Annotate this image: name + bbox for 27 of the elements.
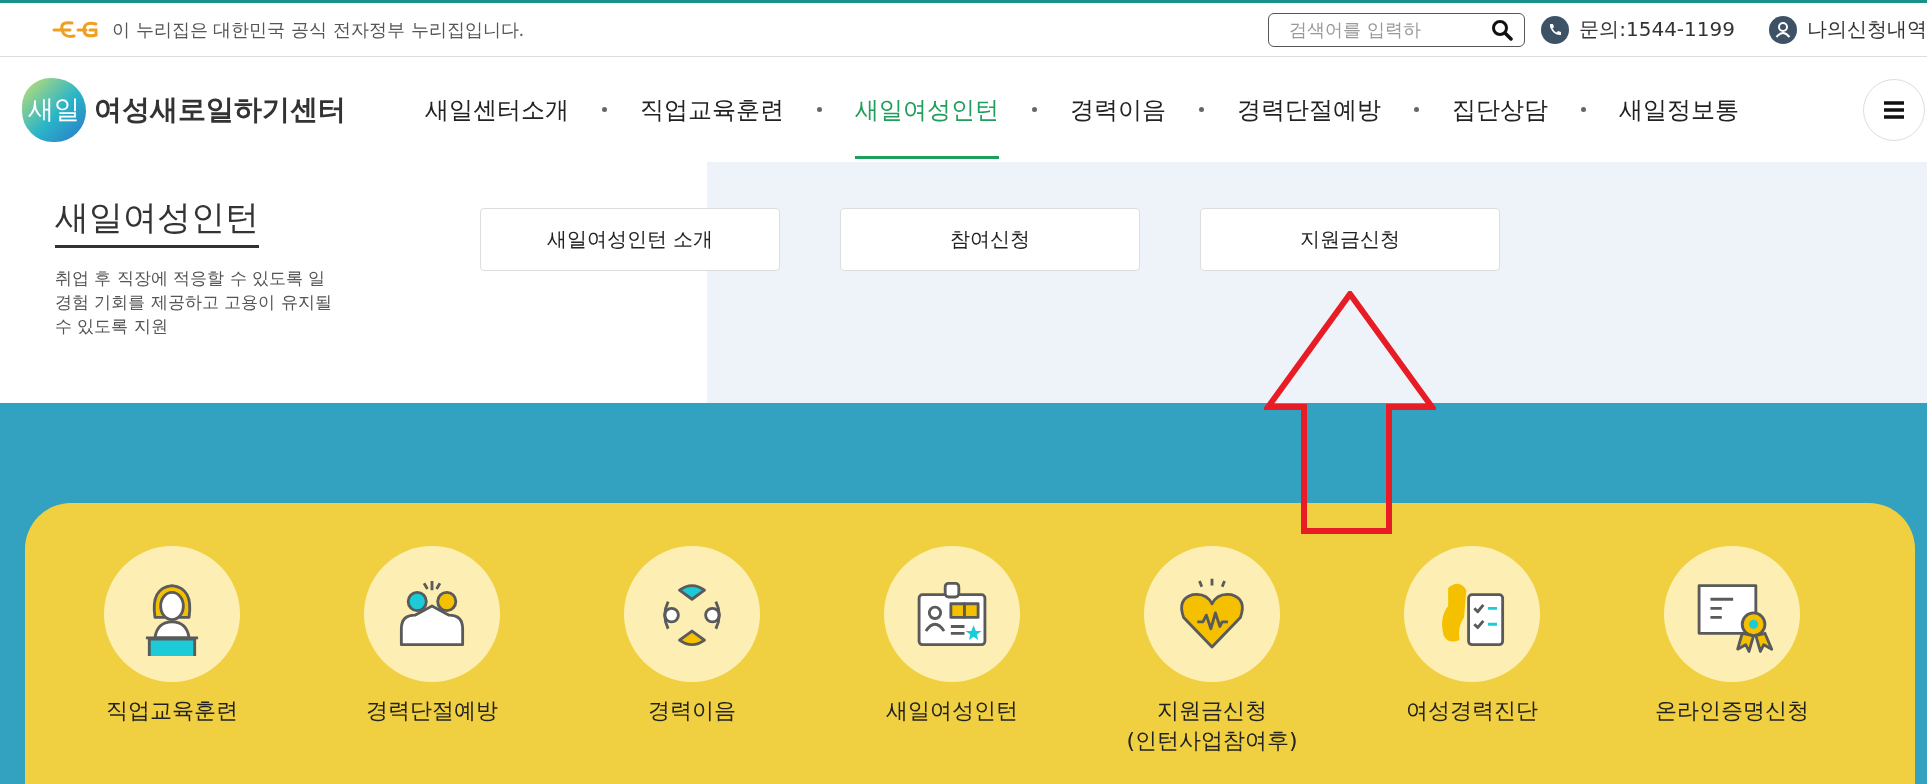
contact-number[interactable]: 문의:1544-1199 xyxy=(1579,16,1735,43)
nav-tab[interactable]: 새일센터소개 xyxy=(425,60,569,159)
quick-menu-label[interactable]: 지원금신청 (인턴사업참여후) xyxy=(1126,696,1298,756)
quick-menu-label[interactable]: 경력단절예방 xyxy=(366,696,498,726)
quick-menu-label[interactable]: 새일여성인턴 xyxy=(886,696,1018,726)
nav-tab[interactable]: 집단상담 xyxy=(1452,60,1548,159)
user-icon xyxy=(1769,15,1797,44)
quick-menu-label[interactable]: 직업교육훈련 xyxy=(106,696,238,726)
quick-menu-label[interactable]: 온라인증명신청 xyxy=(1655,696,1809,726)
nav-tab[interactable]: 경력이음 xyxy=(1070,60,1166,159)
submenu-link[interactable]: 참여신청 xyxy=(840,208,1140,271)
search-field[interactable]: 검색어를 입력하 xyxy=(1268,12,1526,47)
nav-tab[interactable]: 직업교육훈련 xyxy=(640,60,784,159)
logo-name[interactable]: 여성새로일하기센터 xyxy=(94,90,346,129)
quick-menu-label[interactable]: 경력이음 xyxy=(648,696,736,726)
nav-tab[interactable]: 새일정보통 xyxy=(1619,60,1739,159)
section-title: 새일여성인턴 xyxy=(55,195,259,248)
nav-tab[interactable]: 경력단절예방 xyxy=(1237,60,1381,159)
search-icon[interactable] xyxy=(1491,18,1514,41)
submenu-link[interactable]: 지원금신청 xyxy=(1200,208,1500,271)
submenu-link[interactable]: 새일여성인턴 소개 xyxy=(480,208,780,271)
quick-menu-label[interactable]: 여성경력진단 xyxy=(1406,696,1538,726)
menu-icon[interactable] xyxy=(1884,100,1904,119)
phone-icon xyxy=(1541,15,1570,44)
section-description: 취업 후 직장에 적응할 수 있도록 일경험 기회를 제공하고 고용이 유지될 수 있도록 지원 xyxy=(55,267,333,338)
government-notice: 이 누리집은 대한민국 공식 전자정부 누리집입니다. xyxy=(112,17,525,42)
my-applications-link[interactable]: 나의신청내역 xyxy=(1807,16,1927,43)
